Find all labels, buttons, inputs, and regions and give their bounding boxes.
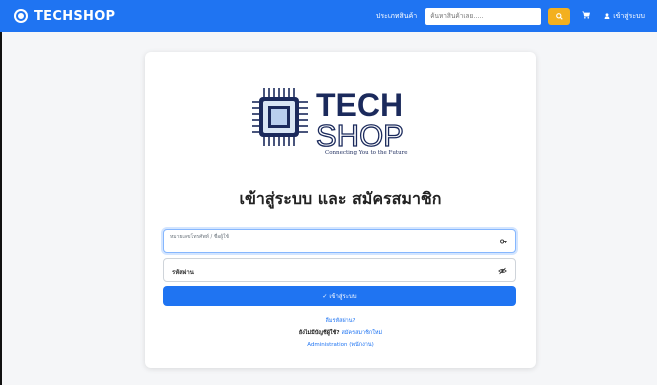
register-link[interactable]: สมัครสมาชิกใหม่ xyxy=(341,330,382,336)
admin-login-link[interactable]: Administration (พนักงาน) xyxy=(145,341,536,349)
brand-chip-icon xyxy=(14,9,28,23)
key-icon xyxy=(500,239,507,244)
search-icon xyxy=(555,12,563,20)
category-menu-link[interactable]: ประเภทสินค้า xyxy=(376,11,417,22)
navbar-actions: ประเภทสินค้า เข้าสู่ระบบ xyxy=(376,7,645,25)
eye-slash-icon[interactable] xyxy=(498,267,507,275)
logo-word-shop: SHOP xyxy=(316,118,404,153)
forgot-password-link[interactable]: ลืมรหัสผ่าน? xyxy=(145,317,536,325)
password-field[interactable]: รหัสผ่าน xyxy=(163,258,516,282)
login-card: TECH SHOP Connecting You to the Future เ… xyxy=(145,52,536,368)
cart-icon xyxy=(582,11,591,19)
nav-login-link[interactable]: เข้าสู่ระบบ xyxy=(604,11,645,22)
username-field-label: หมายเลขโทรศัพท์ / ชื่อผู้ใช้ xyxy=(170,234,229,240)
page-title: เข้าสู่ระบบ และ สมัครสมาชิก xyxy=(239,189,442,208)
brand-link[interactable]: TECHSHOP xyxy=(14,9,115,24)
search-button[interactable] xyxy=(548,7,571,25)
nav-login-label: เข้าสู่ระบบ xyxy=(613,11,645,20)
no-account-text: ยังไม่มีบัญชีผู้ใช้? xyxy=(298,330,342,336)
top-navbar: TECHSHOP ประเภทสินค้า เข้าสู่ระบบ xyxy=(0,0,657,32)
brand-name: TECHSHOP xyxy=(34,8,116,24)
password-field-label: รหัสผ่าน xyxy=(172,269,194,276)
username-field[interactable]: หมายเลขโทรศัพท์ / ชื่อผู้ใช้ xyxy=(163,229,516,253)
register-row: ยังไม่มีบัญชีผู้ใช้? สมัครสมาชิกใหม่ xyxy=(145,329,536,337)
user-icon xyxy=(604,13,610,19)
logo-tagline: Connecting You to the Future xyxy=(325,150,408,156)
cart-button[interactable] xyxy=(582,11,591,21)
search-input[interactable] xyxy=(425,7,542,25)
page-left-border xyxy=(0,32,2,385)
login-submit-button[interactable]: ✓ เข้าสู่ระบบ xyxy=(163,286,516,306)
